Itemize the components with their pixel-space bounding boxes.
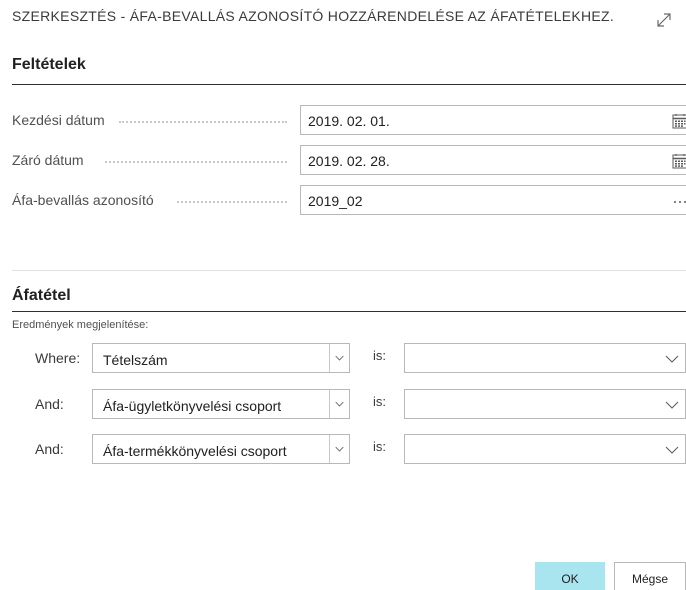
filter-row: Where: Tételszám is: bbox=[12, 343, 686, 373]
dialog-title: SZERKESZTÉS - ÁFA-BEVALLÁS AZONOSÍTÓ HOZ… bbox=[12, 8, 615, 24]
vat-return-id-value: 2019_02 bbox=[308, 193, 363, 209]
chevron-down-icon[interactable] bbox=[329, 344, 349, 372]
is-label: is: bbox=[373, 394, 386, 409]
chevron-down-icon[interactable] bbox=[665, 351, 679, 365]
start-date-label: Kezdési dátum bbox=[12, 112, 105, 128]
vat-entry-divider bbox=[12, 311, 686, 312]
filter-value-select[interactable] bbox=[404, 434, 686, 464]
calendar-icon[interactable] bbox=[671, 112, 686, 130]
is-label: is: bbox=[373, 348, 386, 363]
filter-field-select[interactable]: Áfa-ügyletkönyvelési csoport bbox=[92, 389, 350, 419]
label-leader-dots bbox=[119, 109, 287, 123]
filter-value-select[interactable] bbox=[404, 389, 686, 419]
vat-return-id-row: Áfa-bevallás azonosító 2019_02 bbox=[12, 185, 686, 215]
chevron-down-icon[interactable] bbox=[329, 390, 349, 418]
ellipsis-icon[interactable] bbox=[671, 192, 686, 210]
end-date-row: Záró dátum 2019. 02. 28. bbox=[12, 145, 686, 175]
start-date-value: 2019. 02. 01. bbox=[308, 113, 390, 129]
filter-keyword: And: bbox=[35, 441, 64, 457]
dialog-header: SZERKESZTÉS - ÁFA-BEVALLÁS AZONOSÍTÓ HOZ… bbox=[12, 8, 674, 30]
end-date-label: Záró dátum bbox=[12, 152, 84, 168]
filter-row: And: Áfa-ügyletkönyvelési csoport is: bbox=[12, 389, 686, 419]
filter-keyword: Where: bbox=[35, 350, 81, 366]
expand-icon[interactable] bbox=[654, 10, 674, 30]
filter-field-name: Áfa-ügyletkönyvelési csoport bbox=[103, 398, 282, 414]
results-label: Eredmények megjelenítése: bbox=[12, 319, 149, 331]
start-date-input[interactable]: 2019. 02. 01. bbox=[300, 105, 686, 135]
end-date-input[interactable]: 2019. 02. 28. bbox=[300, 145, 686, 175]
conditions-heading: Feltételek bbox=[12, 56, 86, 73]
chevron-down-icon[interactable] bbox=[665, 397, 679, 411]
is-label: is: bbox=[373, 439, 386, 454]
filter-field-select[interactable]: Áfa-termékkönyvelési csoport bbox=[92, 434, 350, 464]
calendar-icon[interactable] bbox=[671, 152, 686, 170]
section-divider bbox=[12, 270, 686, 271]
filter-keyword: And: bbox=[35, 396, 64, 412]
chevron-down-icon[interactable] bbox=[665, 442, 679, 456]
start-date-row: Kezdési dátum 2019. 02. 01. bbox=[12, 105, 686, 135]
filter-field-name: Tételszám bbox=[103, 352, 168, 368]
filter-value-select[interactable] bbox=[404, 343, 686, 373]
end-date-value: 2019. 02. 28. bbox=[308, 153, 390, 169]
filter-field-select[interactable]: Tételszám bbox=[92, 343, 350, 373]
label-leader-dots bbox=[177, 189, 287, 203]
vat-return-id-label: Áfa-bevallás azonosító bbox=[12, 192, 154, 208]
vat-entry-heading: Áfatétel bbox=[12, 287, 71, 304]
vat-return-id-input[interactable]: 2019_02 bbox=[300, 185, 686, 215]
ok-button[interactable]: OK bbox=[535, 562, 605, 590]
filter-row: And: Áfa-termékkönyvelési csoport is: bbox=[12, 434, 686, 464]
chevron-down-icon[interactable] bbox=[329, 435, 349, 463]
filter-field-name: Áfa-termékkönyvelési csoport bbox=[103, 443, 287, 459]
cancel-button[interactable]: Mégse bbox=[614, 562, 686, 590]
conditions-divider bbox=[12, 84, 686, 85]
label-leader-dots bbox=[105, 149, 287, 163]
